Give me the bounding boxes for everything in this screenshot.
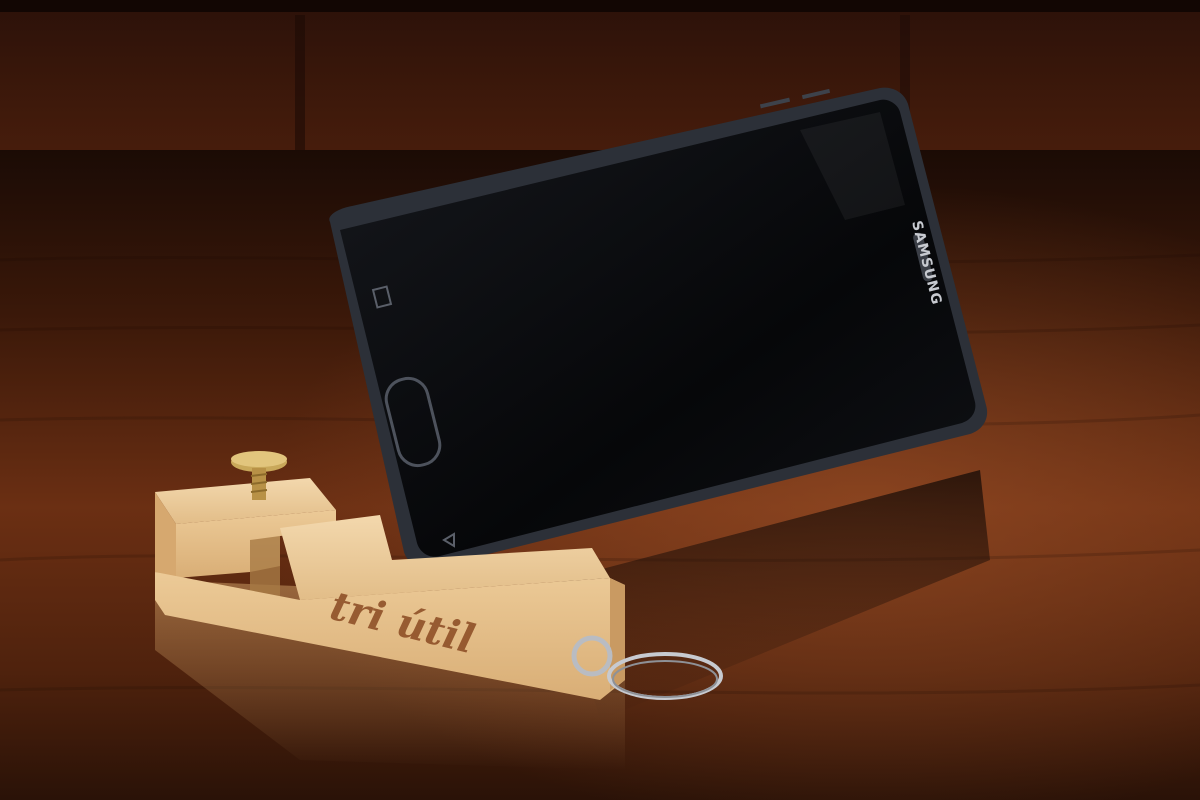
stand-bar-end bbox=[610, 578, 625, 690]
photo-canvas: SAMSUNG tri útil bbox=[0, 0, 1200, 800]
background-wall bbox=[0, 0, 1200, 170]
product-photo: SAMSUNG tri útil bbox=[0, 0, 1200, 800]
panel-seam bbox=[295, 15, 305, 165]
stand-slot bbox=[250, 536, 280, 600]
top-shadow bbox=[0, 0, 1200, 12]
screw-head-top bbox=[231, 451, 287, 467]
